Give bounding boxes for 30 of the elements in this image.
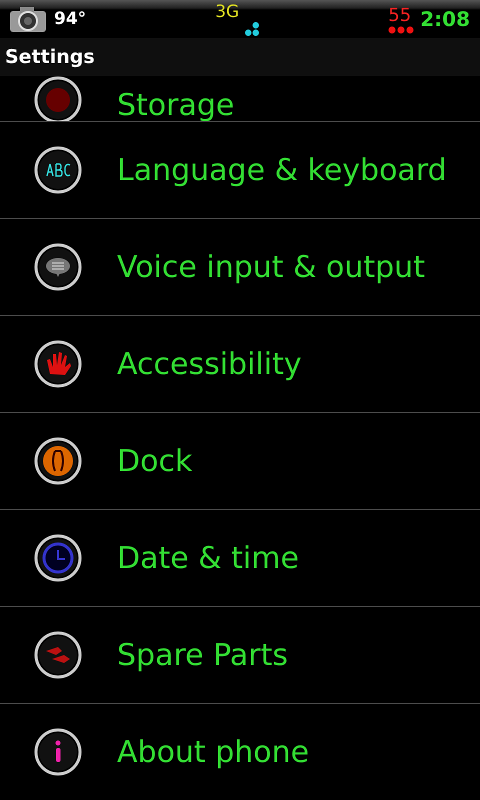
info-icon [34, 728, 82, 776]
battery-icon [388, 26, 414, 34]
dock-icon [34, 437, 82, 485]
speech-bubble-icon [34, 243, 82, 291]
item-label: Language & keyboard [117, 152, 447, 188]
item-label: Accessibility [117, 346, 302, 382]
item-label: About phone [117, 734, 310, 770]
clock: 2:08 [420, 7, 470, 31]
item-label: Storage [117, 91, 234, 121]
settings-item[interactable]: Dock [0, 413, 480, 510]
item-label: Spare Parts [117, 638, 288, 672]
window-title: Settings [5, 46, 95, 68]
abc-icon [34, 146, 82, 194]
network-type: 3G [215, 2, 240, 22]
settings-item[interactable]: About phone [0, 704, 480, 800]
settings-item[interactable]: Accessibility [0, 316, 480, 413]
settings-item[interactable]: Storage [0, 76, 480, 122]
item-label: Voice input & output [117, 250, 425, 284]
item-label: Date & time [117, 540, 299, 576]
camera-icon [8, 4, 48, 34]
battery-level: 55 [388, 5, 412, 26]
settings-item[interactable]: Voice input & output [0, 219, 480, 316]
temperature: 94° [54, 9, 86, 29]
clock-icon [34, 534, 82, 582]
signal-icon [245, 22, 260, 36]
settings-item[interactable]: Spare Parts [0, 607, 480, 704]
hand-icon [34, 340, 82, 388]
settings-item[interactable]: Date & time [0, 510, 480, 607]
item-label: Dock [117, 444, 192, 478]
settings-item[interactable]: Language & keyboard [0, 122, 480, 219]
